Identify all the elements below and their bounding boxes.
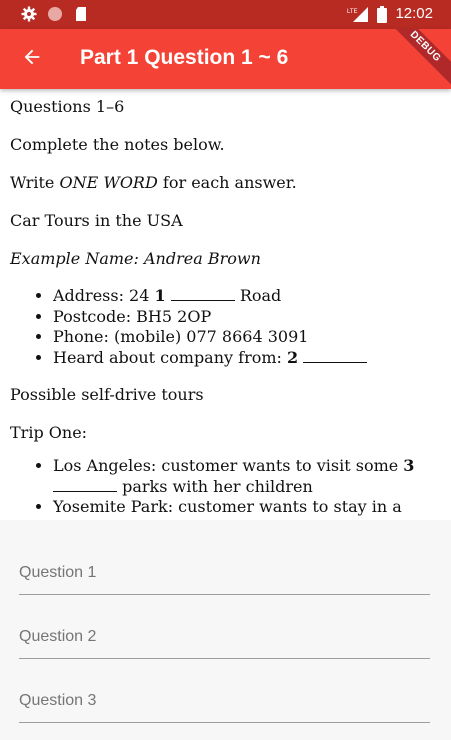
arrow-back-icon	[21, 46, 43, 73]
sd-card-icon	[73, 6, 89, 22]
question-number: 1	[154, 286, 166, 305]
trip-list: Los Angeles: customer wants to visit som…	[10, 456, 441, 518]
question-number: 3	[403, 456, 415, 475]
battery-icon	[377, 5, 388, 23]
list-item: Heard about company from: 2	[53, 348, 441, 369]
word-limit: ONE WORD	[59, 173, 158, 192]
question-number: 2	[287, 347, 299, 367]
answer-blank	[170, 287, 235, 301]
clock: 12:02	[395, 5, 433, 22]
section-heading: Possible self-drive tours	[10, 385, 204, 404]
page-title: Part 1 Question 1 ~ 6	[80, 46, 289, 69]
question-1-input[interactable]	[19, 531, 430, 593]
signal-icon: LTE	[347, 6, 369, 22]
list-item: Phone: (mobile) 077 8664 3091	[53, 327, 441, 348]
answer-blank	[303, 349, 368, 363]
list-item: Yosemite Park: customer wants to stay in…	[53, 497, 441, 518]
list-item: Address: 24 1 Road	[53, 286, 441, 307]
status-right-icons: LTE 12:02	[347, 5, 433, 23]
back-button[interactable]	[18, 45, 46, 73]
list-item: Postcode: BH5 2OP	[53, 307, 441, 328]
settings-icon	[21, 6, 37, 22]
instruction-text: Complete the notes below.	[10, 135, 225, 154]
svg-text:LTE: LTE	[347, 9, 358, 15]
answer-field-3	[19, 659, 430, 723]
question-2-input[interactable]	[19, 595, 430, 657]
question-content[interactable]: Questions 1–6 Complete the notes below. …	[0, 89, 451, 520]
question-3-input[interactable]	[19, 659, 430, 721]
topic-title: Car Tours in the USA	[10, 211, 183, 230]
answer-field-2	[19, 595, 430, 659]
status-bar: LTE 12:02	[0, 0, 451, 29]
status-left-icons	[21, 6, 89, 22]
record-icon	[47, 6, 63, 22]
answer-field-1	[19, 531, 430, 595]
trip-heading: Trip One:	[10, 423, 88, 442]
debug-banner: DEBUG	[376, 29, 451, 89]
app-bar: Part 1 Question 1 ~ 6 DEBUG	[0, 29, 451, 89]
list-item: Los Angeles: customer wants to visit som…	[53, 456, 441, 497]
example-line: Example Name: Andrea Brown	[10, 249, 261, 268]
answer-blank	[53, 478, 117, 492]
details-list: Address: 24 1 Road Postcode: BH5 2OP Pho…	[10, 286, 441, 368]
write-instruction: Write ONE WORD for each answer.	[10, 173, 297, 192]
answer-panel	[0, 520, 451, 740]
questions-heading: Questions 1–6	[10, 97, 125, 116]
